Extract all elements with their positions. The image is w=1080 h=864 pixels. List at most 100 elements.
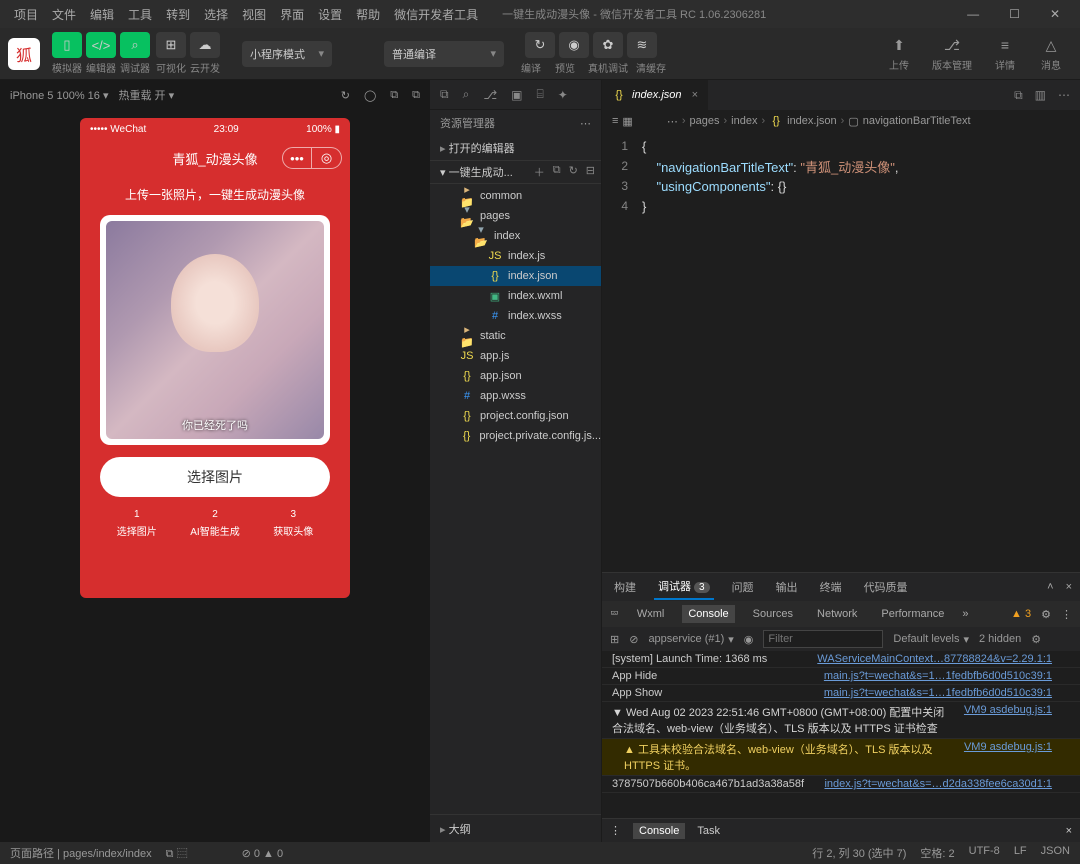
menu-select[interactable]: 选择 — [198, 2, 234, 27]
filter-input[interactable] — [763, 630, 883, 648]
level-select[interactable]: Default levels ▾ — [893, 633, 969, 646]
remote-debug-button[interactable]: ✿ — [593, 32, 623, 58]
explorer-more[interactable]: ⋯ — [580, 117, 591, 130]
tree-item-pages[interactable]: ▾ 📂pages — [430, 206, 601, 226]
compile-button[interactable]: ↻ — [525, 32, 555, 58]
menu-edit[interactable]: 编辑 — [84, 2, 120, 27]
eol-status[interactable]: LF — [1014, 845, 1027, 861]
tab-debugger[interactable]: 调试器3 — [654, 574, 714, 600]
devtools-up-icon[interactable]: ˄ — [1047, 581, 1053, 593]
editor-layout-icon[interactable]: ▥ — [1035, 88, 1046, 103]
cursor-position[interactable]: 行 2, 列 30 (选中 7) — [812, 845, 906, 861]
indent-status[interactable]: 空格: 2 — [920, 845, 954, 861]
eye-icon[interactable]: ◉ — [744, 633, 754, 646]
sim-refresh-icon[interactable]: ↻ — [341, 89, 350, 102]
encoding-status[interactable]: UTF-8 — [969, 845, 1000, 861]
hotreload-toggle[interactable]: 热重载 开 ▾ — [119, 87, 175, 103]
new-folder-icon[interactable]: ⧉ — [553, 164, 561, 180]
close-tab-icon[interactable]: × — [692, 89, 698, 101]
project-root[interactable]: ▾ 一键生成动... ＋⧉↻⊟ — [430, 160, 601, 184]
sim-screenshot-icon[interactable]: ⧉ — [390, 89, 398, 102]
devtools-gear-icon[interactable]: ⚙ — [1041, 608, 1051, 621]
collapse-icon[interactable]: ⊟ — [586, 164, 595, 180]
status-errors[interactable]: ⊘ 0 ▲ 0 — [242, 847, 284, 860]
editor-tab-indexjson[interactable]: {}index.json× — [602, 80, 709, 110]
compile-dropdown[interactable]: 普通编译 — [384, 41, 504, 67]
tree-item-static[interactable]: ▸ 📁static — [430, 326, 601, 346]
menu-project[interactable]: 项目 — [8, 2, 44, 27]
inspect-icon[interactable]: ⮹ — [610, 608, 619, 621]
status-icons[interactable]: ⧉ ⿳ — [166, 845, 188, 861]
tree-item-index-js[interactable]: JSindex.js — [430, 246, 601, 266]
editor-more-icon[interactable]: ⋯ — [1058, 88, 1070, 103]
files-icon[interactable]: ⧉ — [440, 87, 449, 102]
tree-item-index-wxml[interactable]: ▣index.wxml — [430, 286, 601, 306]
tab-output[interactable]: 输出 — [772, 575, 802, 599]
subtab-network[interactable]: Network — [811, 605, 863, 623]
tree-item-index[interactable]: ▾ 📂index — [430, 226, 601, 246]
cloud-button[interactable]: ☁ — [190, 32, 220, 58]
sim-record-icon[interactable]: ◯ — [364, 89, 376, 102]
mode-dropdown[interactable]: 小程序模式 — [242, 41, 332, 67]
debugger-button[interactable]: ⌕ — [120, 32, 150, 58]
subtab-performance[interactable]: Performance — [875, 605, 950, 623]
window-minimize[interactable]: — — [961, 3, 985, 25]
select-image-button[interactable]: 选择图片 — [100, 457, 330, 497]
lang-status[interactable]: JSON — [1041, 845, 1070, 861]
open-editors-section[interactable]: 打开的编辑器 — [430, 136, 601, 160]
devtools-menu-icon[interactable]: ⋮ — [1061, 608, 1072, 621]
tab-build[interactable]: 构建 — [610, 575, 640, 599]
window-maximize[interactable]: ☐ — [1003, 3, 1026, 25]
upload-icon[interactable]: ⬆ — [886, 35, 912, 55]
search-icon[interactable]: ⌕ — [463, 87, 470, 102]
breadcrumb[interactable]: ≡▦⋯› pages› index› {}index.json› ▢naviga… — [602, 110, 1080, 132]
tree-item-app-json[interactable]: {}app.json — [430, 366, 601, 386]
console-context-icon[interactable]: ⊞ — [610, 633, 619, 646]
branch-icon[interactable]: ⎇ — [483, 88, 497, 102]
sim-popout-icon[interactable]: ⧉ — [412, 89, 420, 102]
split-editor-icon[interactable]: ⧉ — [1014, 88, 1023, 103]
clear-cache-button[interactable]: ≋ — [627, 32, 657, 58]
simulator-button[interactable]: ▯ — [52, 32, 82, 58]
capsule-more[interactable]: ••• — [282, 147, 312, 169]
drawer-task-tab[interactable]: Task — [697, 825, 720, 837]
menu-tools[interactable]: 工具 — [122, 2, 158, 27]
window-close[interactable]: ✕ — [1044, 3, 1066, 25]
code-editor[interactable]: 1{ 2 "navigationBarTitleText": "青狐_动漫头像"… — [602, 132, 1080, 572]
hidden-count[interactable]: 2 hidden — [979, 633, 1021, 645]
menu-ui[interactable]: 界面 — [274, 2, 310, 27]
outline-section[interactable]: 大纲 — [430, 814, 601, 842]
visual-button[interactable]: ⊞ — [156, 32, 186, 58]
editor-button[interactable]: </> — [86, 32, 116, 58]
subtab-sources[interactable]: Sources — [747, 605, 799, 623]
subtab-more[interactable]: » — [962, 608, 968, 620]
new-file-icon[interactable]: ＋ — [534, 164, 545, 180]
tab-terminal[interactable]: 终端 — [816, 575, 846, 599]
context-select[interactable]: appservice (#1) ▾ — [648, 633, 733, 646]
menu-view[interactable]: 视图 — [236, 2, 272, 27]
ext-icon[interactable]: ▣ — [511, 88, 522, 102]
console-settings-icon[interactable]: ⚙ — [1031, 633, 1041, 646]
tab-problems[interactable]: 问题 — [728, 575, 758, 599]
details-icon[interactable]: ≡ — [992, 35, 1018, 55]
tab-quality[interactable]: 代码质量 — [860, 575, 912, 599]
refresh-tree-icon[interactable]: ↻ — [569, 164, 578, 180]
phone-simulator[interactable]: ••••• WeChat 23:09 100% ▮ 青狐_动漫头像 ••• ◎ … — [80, 118, 350, 598]
preview-button[interactable]: ◉ — [559, 32, 589, 58]
tree-item-index-json[interactable]: {}index.json — [430, 266, 601, 286]
tree-item-app-wxss[interactable]: #app.wxss — [430, 386, 601, 406]
tree-item-app-js[interactable]: JSapp.js — [430, 346, 601, 366]
tree-item-project-config-json[interactable]: {}project.config.json — [430, 406, 601, 426]
drawer-close-icon[interactable]: × — [1066, 825, 1072, 837]
device-select[interactable]: iPhone 5 100% 16 ▾ — [10, 89, 109, 102]
subtab-console[interactable]: Console — [682, 605, 734, 623]
message-icon[interactable]: △ — [1038, 35, 1064, 55]
subtab-wxml[interactable]: Wxml — [631, 605, 671, 623]
drawer-console-tab[interactable]: Console — [633, 823, 685, 839]
clear-console-icon[interactable]: ⊘ — [629, 633, 638, 646]
menu-help[interactable]: 帮助 — [350, 2, 386, 27]
capsule-close[interactable]: ◎ — [312, 147, 342, 169]
page-path[interactable]: 页面路径 | pages/index/index — [10, 845, 152, 861]
drawer-menu-icon[interactable]: ⋮ — [610, 824, 621, 837]
tree-item-index-wxss[interactable]: #index.wxss — [430, 306, 601, 326]
